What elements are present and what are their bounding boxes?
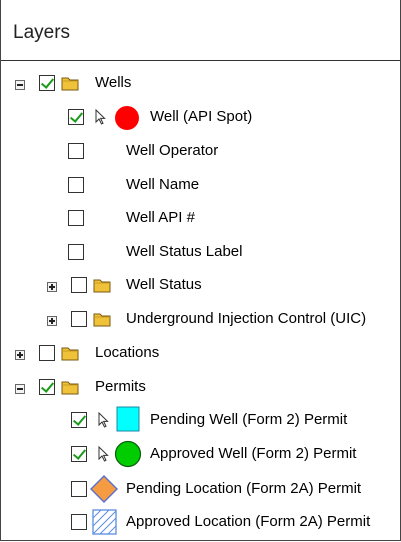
- approved-well-symbol: [114, 440, 142, 468]
- locations-label: Locations: [95, 344, 160, 361]
- permits-checkbox[interactable]: [39, 379, 55, 395]
- well-status-label: Well Status: [126, 276, 202, 293]
- panel-title: Layers: [13, 22, 71, 43]
- expand-locations-icon[interactable]: [15, 350, 25, 360]
- uic-label: Underground Injection Control (UIC): [126, 310, 367, 327]
- approved-well-checkbox[interactable]: [71, 446, 87, 462]
- well-operator-label: Well Operator: [126, 142, 219, 159]
- pending-location-checkbox[interactable]: [71, 481, 87, 497]
- pending-well-label: Pending Well (Form 2) Permit: [150, 411, 348, 428]
- pending-well-symbol: [116, 406, 140, 432]
- wells-label: Wells: [95, 74, 132, 91]
- pending-well-checkbox[interactable]: [71, 412, 87, 428]
- identify-cursor-icon[interactable]: [98, 446, 109, 462]
- folder-icon: [61, 77, 79, 91]
- expand-uic-icon[interactable]: [47, 316, 57, 326]
- well-api-spot-label: Well (API Spot): [150, 108, 253, 125]
- well-status-label-checkbox[interactable]: [68, 244, 84, 260]
- uic-checkbox[interactable]: [71, 311, 87, 327]
- folder-icon: [61, 347, 79, 361]
- wells-checkbox[interactable]: [39, 75, 55, 91]
- well-status-checkbox[interactable]: [71, 277, 87, 293]
- pending-location-symbol: [90, 475, 118, 503]
- identify-cursor-icon[interactable]: [98, 412, 109, 428]
- expand-well-status-icon[interactable]: [47, 282, 57, 292]
- approved-location-symbol: [92, 509, 117, 535]
- collapse-permits-icon[interactable]: [15, 384, 25, 394]
- collapse-wells-icon[interactable]: [15, 80, 25, 90]
- approved-location-label: Approved Location (Form 2A) Permit: [126, 513, 371, 530]
- well-api-spot-checkbox[interactable]: [68, 109, 84, 125]
- well-api-num-checkbox[interactable]: [68, 210, 84, 226]
- locations-checkbox[interactable]: [39, 345, 55, 361]
- well-status-label-label: Well Status Label: [126, 243, 243, 260]
- well-operator-checkbox[interactable]: [68, 143, 84, 159]
- well-name-checkbox[interactable]: [68, 177, 84, 193]
- folder-icon: [61, 381, 79, 395]
- well-spot-symbol: [115, 106, 139, 130]
- folder-icon: [93, 279, 111, 293]
- approved-location-checkbox[interactable]: [71, 514, 87, 530]
- folder-icon: [93, 313, 111, 327]
- identify-cursor-icon[interactable]: [95, 109, 106, 125]
- well-name-label: Well Name: [126, 176, 200, 193]
- layers-panel: Layers Wells Well (API Spot) Well Operat…: [0, 0, 401, 541]
- panel-header: Layers: [1, 0, 400, 61]
- well-api-num-label: Well API #: [126, 209, 195, 226]
- pending-location-label: Pending Location (Form 2A) Permit: [126, 480, 362, 497]
- approved-well-label: Approved Well (Form 2) Permit: [150, 445, 357, 462]
- permits-label: Permits: [95, 378, 146, 395]
